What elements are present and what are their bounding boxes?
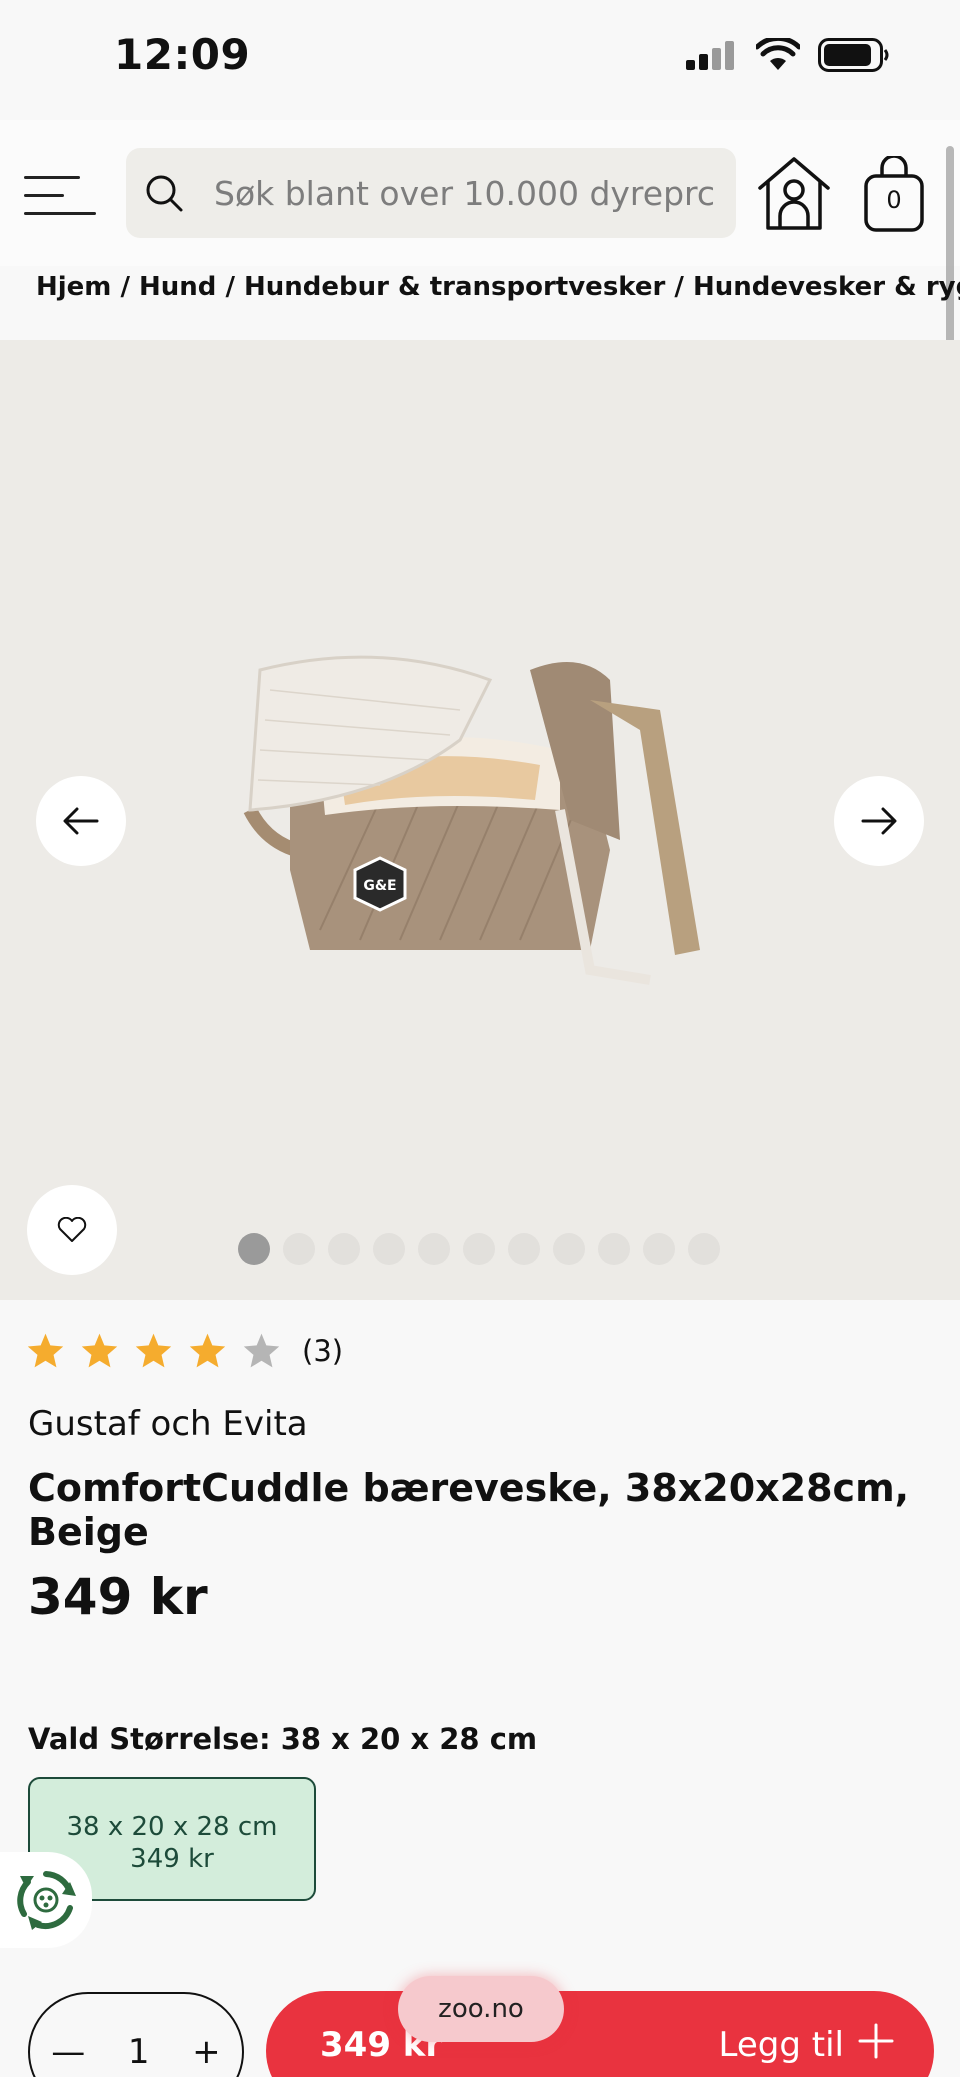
site-header: Søk blant over 10.000 dyreprc 0 [0,120,960,266]
cellular-signal-icon [686,41,734,70]
search-icon [146,175,183,212]
menu-line-icon [24,212,96,215]
product-logo-text: G&E [363,878,396,894]
gallery-dot[interactable] [688,1233,720,1265]
product-gallery: G&E [0,340,960,1300]
gallery-dot[interactable] [553,1233,585,1265]
star-icon [135,1333,172,1368]
gallery-dot[interactable] [643,1233,675,1265]
star-icon [189,1333,226,1368]
gallery-dot[interactable] [283,1233,315,1265]
gallery-dot[interactable] [238,1233,270,1265]
search-bar[interactable]: Søk blant over 10.000 dyreprc [126,148,736,238]
search-placeholder: Søk blant over 10.000 dyreprc [214,173,716,213]
menu-button[interactable] [24,164,100,224]
heart-icon [57,1217,87,1242]
menu-line-icon [24,194,64,197]
product-price: 349 kr [28,1568,208,1626]
battery-icon [818,38,889,72]
rating-count: (3) [302,1333,344,1368]
quantity-value: 1 [127,2032,150,2072]
recycle-icon [17,1871,76,1930]
status-time: 12:09 [114,30,251,79]
star-icon [27,1333,64,1368]
next-image-button[interactable] [834,776,924,866]
star-icon [81,1333,118,1368]
quantity-increase-button[interactable]: + [192,2032,221,2072]
quantity-stepper[interactable]: — 1 + [28,1992,244,2077]
eco-badge[interactable] [0,1852,92,1948]
arrow-right-icon [861,807,897,835]
browser-url-pill[interactable]: zoo.no [398,1976,564,2042]
status-icons [686,38,890,72]
gallery-dot[interactable] [373,1233,405,1265]
quantity-decrease-button[interactable]: — [51,2032,85,2072]
cart-count: 0 [886,186,902,214]
star-icon [243,1333,280,1368]
plus-icon [858,2023,894,2059]
gallery-dot[interactable] [418,1233,450,1265]
product-title: ComfortCuddle bæreveske, 38x20x28cm, Bei… [28,1466,910,1554]
arrow-left-icon [63,807,99,835]
product-rating[interactable]: (3) [26,1332,343,1369]
size-label: Vald Størrelse: 38 x 20 x 28 cm [28,1722,538,1756]
gallery-pagination [238,1233,720,1265]
previous-image-button[interactable] [36,776,126,866]
add-to-cart-label: Legg til [718,2025,844,2065]
gallery-dot[interactable] [463,1233,495,1265]
gallery-dot[interactable] [598,1233,630,1265]
status-bar: 12:09 [0,0,960,120]
product-image[interactable]: G&E [230,650,730,990]
gallery-dot[interactable] [508,1233,540,1265]
size-option-name: 38 x 20 x 28 cm [66,1812,278,1842]
dog-house-icon [758,157,830,230]
menu-line-icon [24,176,80,179]
product-brand[interactable]: Gustaf och Evita [28,1404,308,1444]
breadcrumb[interactable]: Hjem / Hund / Hundebur & transportvesker… [36,266,960,340]
cart-button[interactable]: 0 [862,154,926,236]
gallery-dot[interactable] [328,1233,360,1265]
account-button[interactable] [756,156,832,232]
favorite-button[interactable] [27,1185,117,1275]
wifi-icon [756,38,800,70]
add-to-cart-button[interactable]: 349 kr Legg til [266,1991,934,2077]
